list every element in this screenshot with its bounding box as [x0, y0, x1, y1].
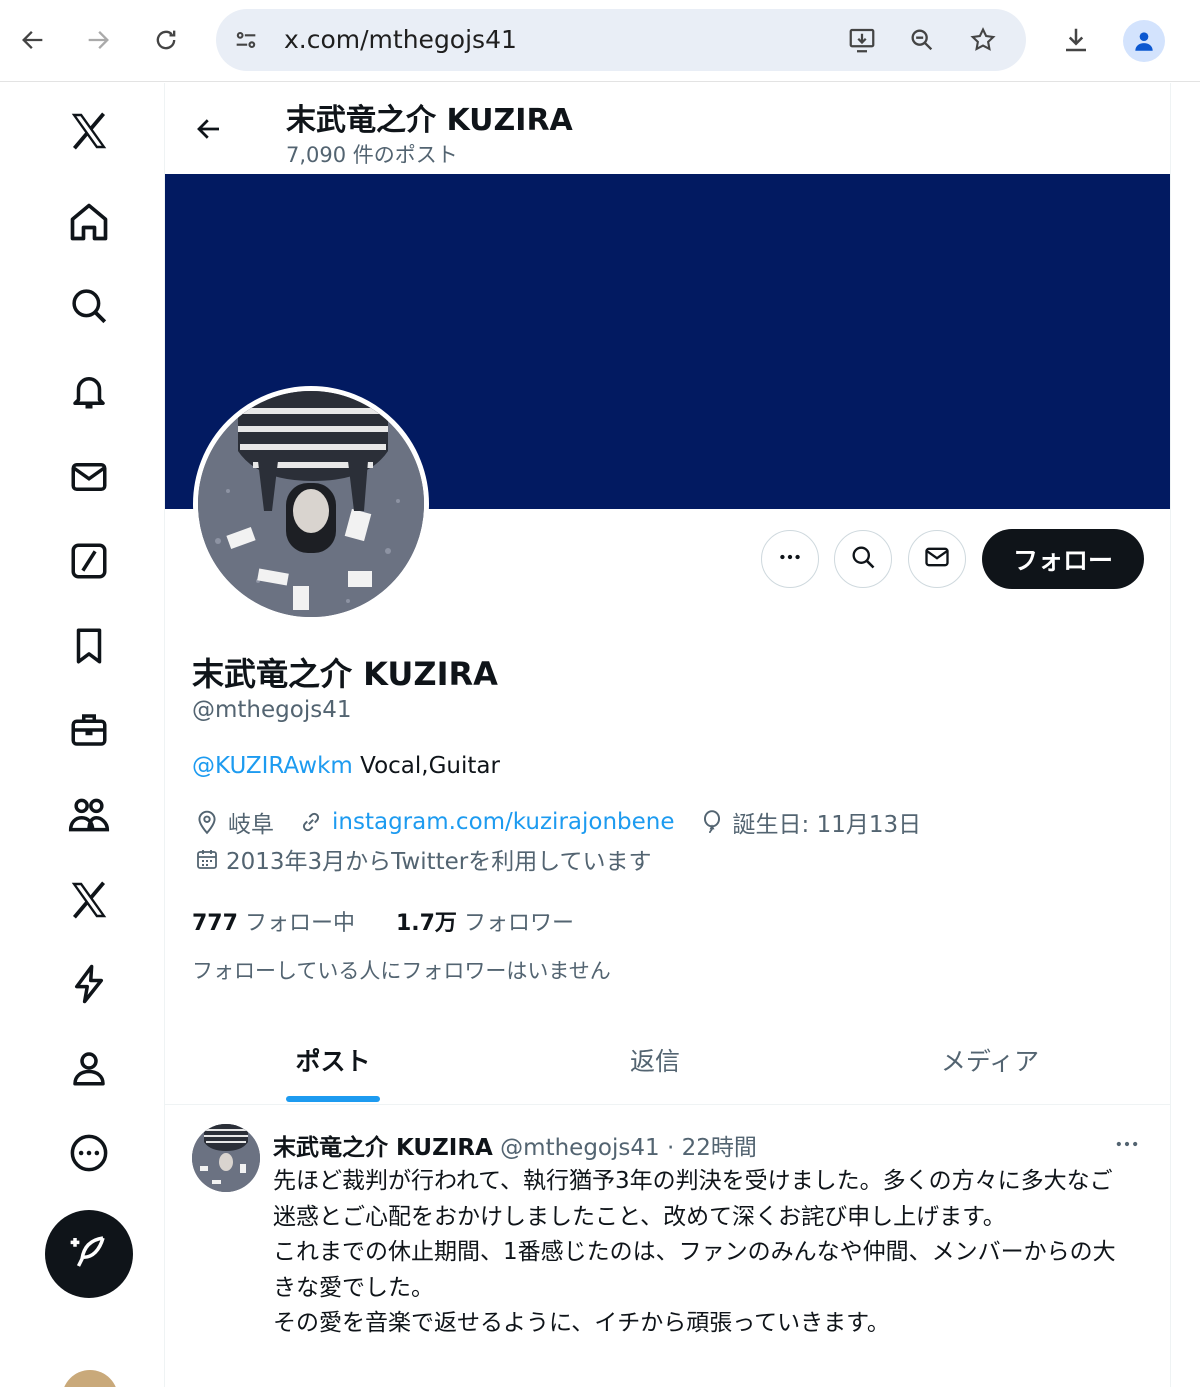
mutual-followers-note: フォローしている人にフォロワーはいません: [192, 959, 611, 983]
tab-posts[interactable]: ポスト: [165, 1023, 501, 1105]
joined-item: 2013年3月からTwitterを利用しています: [192, 842, 652, 876]
notifications-icon[interactable]: [62, 364, 116, 418]
location-pin-icon: [192, 807, 222, 837]
tweet-line: その愛を音楽で返せるように、イチから頑張っていきます。: [273, 1310, 890, 1336]
calendar-icon: [192, 844, 222, 874]
communities-icon[interactable]: [62, 788, 116, 842]
x-logo-icon[interactable]: [62, 104, 116, 158]
profile-joined-row: 2013年3月からTwitterを利用しています: [192, 842, 674, 876]
profile-display-name: 末武竜之介 KUZIRA: [192, 655, 498, 693]
zoom-icon[interactable]: [904, 22, 940, 58]
profile-header-bar: 末武竜之介 KUZIRA 7,090 件のポスト: [165, 83, 1170, 174]
site-settings-icon[interactable]: [228, 22, 264, 58]
left-sidebar: [0, 83, 165, 1387]
tweet-handle-time[interactable]: @mthegojs41 · 22時間: [493, 1135, 757, 1161]
location-text: 岐阜: [228, 812, 274, 838]
link-icon: [296, 807, 326, 837]
profile-meta-row: 岐阜 instagram.com/kuzirajonbene 誕生日: 11月1…: [192, 805, 943, 839]
website-link[interactable]: instagram.com/kuzirajonbene: [332, 809, 675, 835]
back-arrow-icon[interactable]: [187, 107, 231, 151]
active-tab-indicator: [286, 1096, 380, 1102]
profile-handle: @mthegojs41: [192, 697, 352, 723]
compose-feather-icon: [68, 1231, 110, 1277]
mail-icon: [923, 543, 951, 575]
followers-stat[interactable]: 1.7万 フォロワー: [396, 911, 574, 936]
bio-text: Vocal,Guitar: [352, 753, 500, 779]
birthday-text: 誕生日: 11月13日: [732, 812, 922, 838]
verified-orgs-icon[interactable]: [62, 957, 116, 1011]
profile-tabs: ポスト 返信 メディア: [165, 1023, 1170, 1105]
premium-x-icon[interactable]: [62, 873, 116, 927]
joined-text: 2013年3月からTwitterを利用しています: [226, 849, 652, 875]
tweet[interactable]: 末武竜之介 KUZIRA @mthegojs41 · 22時間 先ほど裁判が行わ…: [165, 1106, 1170, 1387]
jobs-icon[interactable]: [62, 703, 116, 757]
following-count: 777: [192, 911, 238, 936]
grok-icon[interactable]: [62, 534, 116, 588]
header-display-name: 末武竜之介 KUZIRA: [286, 103, 573, 138]
forward-arrow-icon[interactable]: [78, 20, 118, 60]
follow-button[interactable]: フォロー: [982, 529, 1144, 589]
browser-toolbar: x.com/mthegojs41: [0, 0, 1200, 82]
followers-count: 1.7万: [395, 911, 457, 936]
profile-icon[interactable]: [62, 1041, 116, 1095]
tab-media[interactable]: メディア: [809, 1023, 1170, 1105]
download-icon[interactable]: [1056, 20, 1096, 60]
profile-icon[interactable]: [1123, 20, 1165, 62]
bookmark-star-icon[interactable]: [965, 22, 1001, 58]
reload-icon[interactable]: [146, 20, 186, 60]
tweet-author-name[interactable]: 末武竜之介 KUZIRA: [273, 1135, 493, 1161]
birthday-item: 誕生日: 11月13日: [697, 805, 922, 839]
search-icon: [849, 543, 877, 575]
home-icon[interactable]: [62, 195, 116, 249]
more-options-button[interactable]: [761, 530, 819, 588]
website-item: instagram.com/kuzirajonbene: [296, 807, 675, 837]
messages-icon[interactable]: [62, 450, 116, 504]
bio-mention-link[interactable]: @KUZIRAwkm: [192, 753, 353, 779]
profile-avatar[interactable]: [193, 386, 429, 622]
more-dots-icon: [777, 544, 803, 574]
tweet-more-icon[interactable]: [1107, 1126, 1147, 1162]
bookmarks-icon[interactable]: [62, 619, 116, 673]
tweet-header: 末武竜之介 KUZIRA @mthegojs41 · 22時間: [273, 1128, 757, 1162]
search-profile-button[interactable]: [834, 530, 892, 588]
message-button[interactable]: [908, 530, 966, 588]
more-icon[interactable]: [62, 1126, 116, 1180]
install-app-icon[interactable]: [844, 22, 880, 58]
followers-label: フォロワー: [463, 911, 574, 936]
profile-bio: @KUZIRAwkm Vocal,Guitar: [192, 753, 500, 779]
balloon-icon: [697, 807, 727, 837]
tweet-line: これまでの休止期間、1番感じたのは、ファンのみんなや仲間、メンバーからの大きな愛…: [273, 1239, 1116, 1301]
location-item: 岐阜: [192, 805, 274, 839]
following-stat[interactable]: 777 フォロー中: [192, 911, 355, 936]
account-avatar[interactable]: [62, 1370, 118, 1387]
follow-stats: 777 フォロー中 1.7万 フォロワー: [192, 905, 608, 937]
explore-icon[interactable]: [62, 279, 116, 333]
back-arrow-icon[interactable]: [13, 20, 53, 60]
tweet-text: 先ほど裁判が行われて、執行猶予3年の判決を受けました。多くの方々に多大なご迷惑と…: [273, 1164, 1133, 1342]
tweet-author-avatar[interactable]: [192, 1124, 260, 1192]
compose-post-button[interactable]: [45, 1210, 133, 1298]
address-bar[interactable]: x.com/mthegojs41: [216, 9, 1026, 71]
header-post-count: 7,090 件のポスト: [286, 143, 458, 167]
following-label: フォロー中: [244, 911, 355, 936]
tab-replies[interactable]: 返信: [501, 1023, 809, 1105]
tweet-line: 先ほど裁判が行われて、執行猶予3年の判決を受けました。多くの方々に多大なご迷惑と…: [273, 1168, 1113, 1230]
url-text[interactable]: x.com/mthegojs41: [284, 9, 517, 71]
profile-column: 末武竜之介 KUZIRA 7,090 件のポスト フォロー 末武竜之介 KUZI…: [165, 83, 1171, 1387]
